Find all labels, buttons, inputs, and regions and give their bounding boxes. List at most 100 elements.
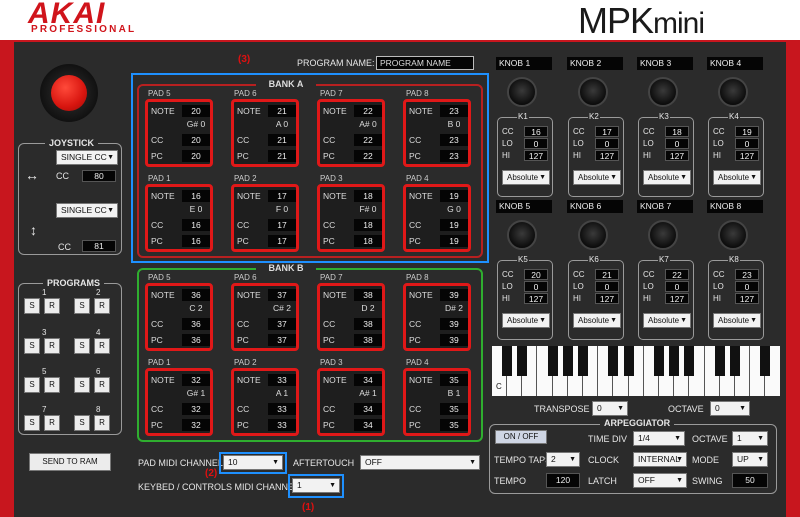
knob-cc-field[interactable]: 23	[735, 269, 759, 280]
pad-pc-field[interactable]: 37	[268, 334, 296, 346]
knob-hi-field[interactable]: 127	[665, 150, 689, 161]
arp-on-off-button[interactable]: ON / OFF	[495, 430, 547, 444]
program-receive-button[interactable]: R	[94, 338, 110, 354]
pad-pc-field[interactable]: 36	[182, 334, 210, 346]
pad-note-field[interactable]: 19	[440, 190, 468, 202]
pad-pc-field[interactable]: 33	[268, 419, 296, 431]
piano-black-key[interactable]	[714, 346, 725, 376]
pad-control[interactable]: NOTE 34 A# 1 CC 34 PC 34	[317, 368, 385, 436]
program-name-input[interactable]: PROGRAM NAME	[376, 56, 474, 70]
pad-cc-field[interactable]: 20	[182, 134, 210, 146]
knob-dial[interactable]	[507, 220, 537, 250]
pad-note-field[interactable]: 33	[268, 374, 296, 386]
program-send-button[interactable]: S	[74, 415, 90, 431]
pad-pc-field[interactable]: 21	[268, 150, 296, 162]
pad-pc-field[interactable]: 18	[354, 235, 382, 247]
knob-dial[interactable]	[578, 77, 608, 107]
pad-note-field[interactable]: 21	[268, 105, 296, 117]
aftertouch-select[interactable]: OFF	[360, 455, 480, 470]
knob-name-field[interactable]: KNOB 4	[707, 57, 763, 70]
knob-hi-field[interactable]: 127	[595, 293, 619, 304]
knob-lo-field[interactable]: 0	[595, 138, 619, 149]
joystick-x-cc-field[interactable]: 80	[82, 170, 116, 182]
pad-cc-field[interactable]: 17	[268, 219, 296, 231]
pad-note-field[interactable]: 37	[268, 289, 296, 301]
swing-field[interactable]: 50	[732, 473, 768, 488]
program-send-button[interactable]: S	[24, 298, 40, 314]
pad-note-field[interactable]: 17	[268, 190, 296, 202]
pad-note-field[interactable]: 38	[354, 289, 382, 301]
knob-dial[interactable]	[718, 220, 748, 250]
joystick-y-mode-select[interactable]: SINGLE CC	[56, 203, 118, 218]
knob-dial[interactable]	[578, 220, 608, 250]
pad-control[interactable]: NOTE 16 E 0 CC 16 PC 16	[145, 184, 213, 252]
pad-cc-field[interactable]: 32	[182, 403, 210, 415]
pad-note-field[interactable]: 39	[440, 289, 468, 301]
pad-note-field[interactable]: 23	[440, 105, 468, 117]
knob-hi-field[interactable]: 127	[595, 150, 619, 161]
piano-black-key[interactable]	[502, 346, 512, 376]
pad-note-field[interactable]: 18	[354, 190, 382, 202]
pad-pc-field[interactable]: 34	[354, 419, 382, 431]
tempo-taps-select[interactable]: 2	[546, 452, 580, 467]
mode-select[interactable]: UP	[732, 452, 768, 467]
knob-cc-field[interactable]: 19	[735, 126, 759, 137]
knob-mode-select[interactable]: Absolute	[643, 170, 691, 185]
pad-cc-field[interactable]: 36	[182, 318, 210, 330]
pad-pc-field[interactable]: 38	[354, 334, 382, 346]
program-send-button[interactable]: S	[24, 338, 40, 354]
knob-name-field[interactable]: KNOB 2	[567, 57, 623, 70]
piano-black-key[interactable]	[654, 346, 664, 376]
pad-cc-field[interactable]: 23	[440, 134, 468, 146]
time-div-select[interactable]: 1/4	[633, 431, 685, 446]
pad-cc-field[interactable]: 19	[440, 219, 468, 231]
knob-name-field[interactable]: KNOB 6	[567, 200, 623, 213]
pad-control[interactable]: NOTE 22 A# 0 CC 22 PC 22	[317, 99, 385, 167]
program-send-button[interactable]: S	[74, 298, 90, 314]
pad-pc-field[interactable]: 16	[182, 235, 210, 247]
octave-select[interactable]: 0	[710, 401, 750, 416]
knob-mode-select[interactable]: Absolute	[573, 170, 621, 185]
keybed-midi-channel-select[interactable]: 1	[292, 478, 340, 493]
knob-lo-field[interactable]: 0	[735, 138, 759, 149]
knob-name-field[interactable]: KNOB 7	[637, 200, 693, 213]
pad-pc-field[interactable]: 17	[268, 235, 296, 247]
pad-control[interactable]: NOTE 17 F 0 CC 17 PC 17	[231, 184, 299, 252]
send-to-ram-button[interactable]: SEND TO RAM	[29, 453, 111, 471]
knob-lo-field[interactable]: 0	[524, 138, 548, 149]
pad-cc-field[interactable]: 16	[182, 219, 210, 231]
pad-note-field[interactable]: 16	[182, 190, 210, 202]
pad-pc-field[interactable]: 32	[182, 419, 210, 431]
knob-mode-select[interactable]: Absolute	[502, 313, 550, 328]
pad-midi-channel-select[interactable]: 10	[223, 455, 283, 470]
knob-name-field[interactable]: KNOB 3	[637, 57, 693, 70]
knob-cc-field[interactable]: 20	[524, 269, 548, 280]
joystick-x-mode-select[interactable]: SINGLE CC	[56, 150, 118, 165]
knob-cc-field[interactable]: 17	[595, 126, 619, 137]
program-receive-button[interactable]: R	[44, 298, 60, 314]
pad-pc-field[interactable]: 39	[440, 334, 468, 346]
program-send-button[interactable]: S	[74, 377, 90, 393]
knob-lo-field[interactable]: 0	[665, 281, 689, 292]
knob-lo-field[interactable]: 0	[524, 281, 548, 292]
pad-pc-field[interactable]: 23	[440, 150, 468, 162]
pad-pc-field[interactable]: 35	[440, 419, 468, 431]
piano-black-key[interactable]	[684, 346, 695, 376]
program-send-button[interactable]: S	[24, 415, 40, 431]
pad-cc-field[interactable]: 22	[354, 134, 382, 146]
piano-black-key[interactable]	[623, 346, 634, 376]
knob-mode-select[interactable]: Absolute	[713, 313, 761, 328]
knob-cc-field[interactable]: 16	[524, 126, 548, 137]
program-send-button[interactable]: S	[74, 338, 90, 354]
knob-lo-field[interactable]: 0	[735, 281, 759, 292]
transpose-select[interactable]: 0	[592, 401, 628, 416]
pad-control[interactable]: NOTE 39 D# 2 CC 39 PC 39	[403, 283, 471, 351]
knob-dial[interactable]	[507, 77, 537, 107]
knob-lo-field[interactable]: 0	[595, 281, 619, 292]
pad-note-field[interactable]: 22	[354, 105, 382, 117]
pad-control[interactable]: NOTE 32 G# 1 CC 32 PC 32	[145, 368, 213, 436]
latch-select[interactable]: OFF	[633, 473, 687, 488]
pad-cc-field[interactable]: 21	[268, 134, 296, 146]
pad-pc-field[interactable]: 19	[440, 235, 468, 247]
arp-octave-select[interactable]: 1	[732, 431, 768, 446]
